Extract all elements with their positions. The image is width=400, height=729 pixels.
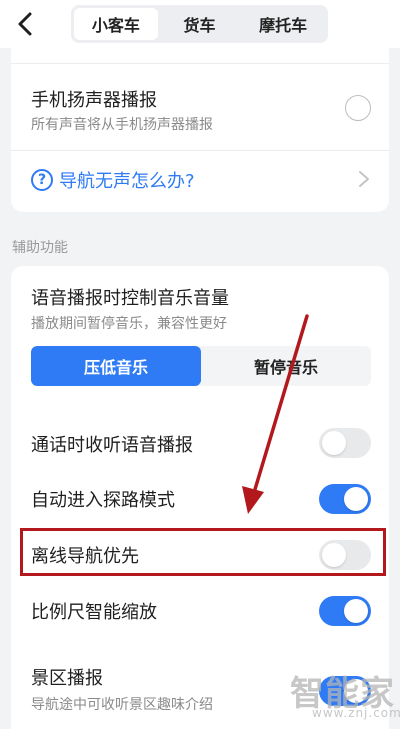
assist-features-card: 语音播报时控制音乐音量 播放期间暂停音乐，兼容性更好 压低音乐 暂停音乐 通话时… xyxy=(11,266,389,729)
pause-music-option[interactable]: 暂停音乐 xyxy=(201,346,371,386)
tab-truck[interactable]: 货车 xyxy=(158,8,242,40)
voice-output-card: 手机扬声器播报 所有声音将从手机扬声器播报 ? 导航无声怎么办? xyxy=(11,48,389,212)
question-circle-icon: ? xyxy=(31,169,53,191)
speaker-radio[interactable] xyxy=(345,95,371,121)
music-option-group: 压低音乐 暂停音乐 xyxy=(31,346,371,386)
watermark-url: www.znj.com xyxy=(312,706,400,720)
back-arrow-icon xyxy=(18,12,32,36)
call-broadcast-toggle[interactable] xyxy=(319,428,371,458)
divider xyxy=(11,150,389,151)
speaker-title: 手机扬声器播报 xyxy=(31,90,157,111)
smart-scale-toggle[interactable] xyxy=(319,596,371,626)
tab-car[interactable]: 小客车 xyxy=(74,8,158,40)
back-button[interactable] xyxy=(10,8,42,40)
music-control-subtitle: 播放期间暂停音乐，兼容性更好 xyxy=(31,316,227,332)
lower-music-option[interactable]: 压低音乐 xyxy=(31,346,201,386)
highlight-box xyxy=(20,528,386,576)
chevron-right-icon[interactable] xyxy=(357,169,371,189)
top-bar: 小客车 货车 摩托车 xyxy=(0,0,400,48)
explore-mode-toggle[interactable] xyxy=(319,484,371,514)
scenic-subtitle: 导航途中可收听景区趣味介绍 xyxy=(31,697,213,713)
speaker-subtitle: 所有声音将从手机扬声器播报 xyxy=(31,117,213,133)
toggle-label-call: 通话时收听语音播报 xyxy=(31,435,193,456)
music-control-title: 语音播报时控制音乐音量 xyxy=(31,288,229,309)
toggle-label-scale: 比例尺智能缩放 xyxy=(31,602,157,623)
divider xyxy=(11,63,389,64)
watermark-logo: 智能家 www.znj.com xyxy=(290,666,400,720)
help-text: 导航无声怎么办? xyxy=(59,171,195,192)
vehicle-type-tabs: 小客车 货车 摩托车 xyxy=(71,5,328,43)
section-label: 辅助功能 xyxy=(12,240,68,256)
toggle-label-explore: 自动进入探路模式 xyxy=(31,490,175,511)
tab-motorcycle[interactable]: 摩托车 xyxy=(241,8,325,40)
no-sound-help-link[interactable]: ? 导航无声怎么办? xyxy=(31,167,195,193)
scenic-title: 景区播报 xyxy=(31,668,103,689)
